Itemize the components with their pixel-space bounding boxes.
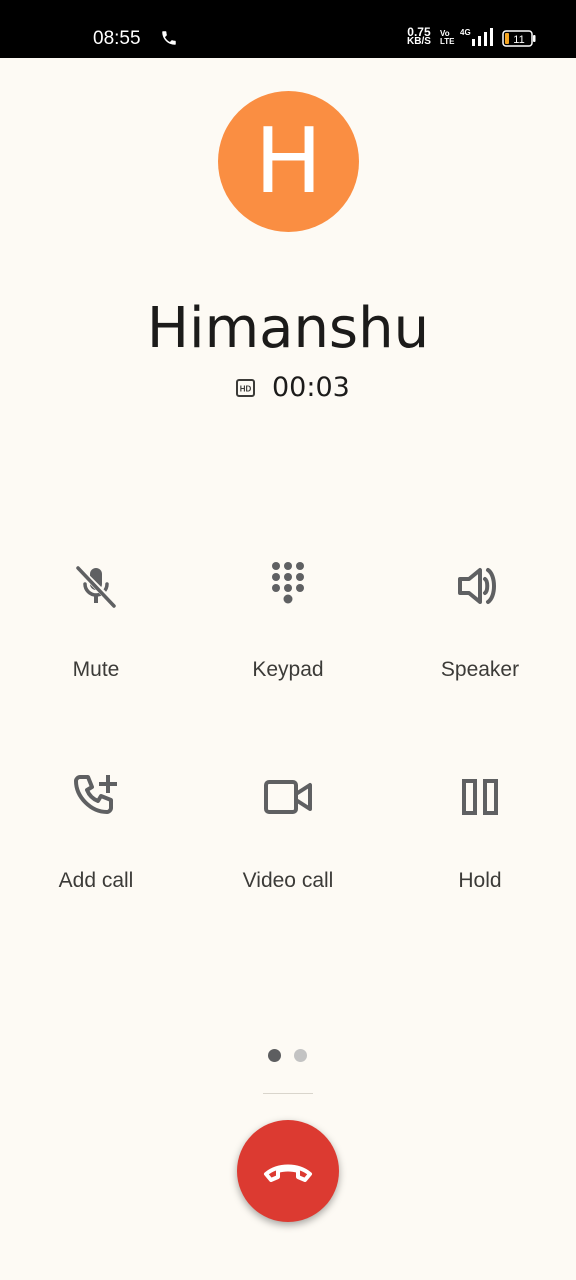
video-call-label: Video call <box>242 869 334 892</box>
hd-icon: HD <box>236 379 255 397</box>
phone-icon <box>162 31 176 45</box>
end-call-button[interactable] <box>237 1120 339 1222</box>
network-speed: 0.75 KB/S <box>407 26 431 47</box>
page-dot-active <box>268 1049 281 1062</box>
caller-avatar: H <box>218 91 359 232</box>
battery-level: 11 <box>513 34 524 46</box>
call-duration: 00:03 <box>272 372 350 403</box>
keypad-label: Keypad <box>252 658 324 681</box>
status-time: 08:55 <box>93 28 141 49</box>
speaker-button[interactable]: Speaker <box>384 562 576 712</box>
caller-name: Himanshu <box>146 296 430 361</box>
speaker-label: Speaker <box>440 658 520 681</box>
network-speed-unit: KB/S <box>407 36 431 47</box>
mute-button[interactable]: Mute <box>0 562 192 712</box>
pause-icon <box>462 779 498 815</box>
volte-bottom: LTE <box>440 37 455 46</box>
divider <box>263 1093 313 1094</box>
status-bar: 08:55 0.75 KB/S Vo LTE 4G 11 <box>0 0 576 58</box>
dialpad-icon <box>272 562 304 604</box>
hold-button[interactable]: Hold <box>384 773 576 923</box>
mute-label: Mute <box>72 658 120 681</box>
page-dot-inactive <box>294 1049 307 1062</box>
svg-text:HD: HD <box>240 385 252 394</box>
volume-icon <box>458 568 496 604</box>
video-call-button[interactable]: Video call <box>192 773 384 923</box>
add-call-icon <box>74 775 117 814</box>
videocam-icon <box>264 780 312 814</box>
signal-icon <box>472 28 493 46</box>
hold-label: Hold <box>458 869 502 892</box>
avatar-initial: H <box>254 108 323 214</box>
battery-icon: 11 <box>502 30 536 47</box>
add-call-button[interactable]: Add call <box>0 773 192 923</box>
add-call-label: Add call <box>58 869 134 892</box>
keypad-button[interactable]: Keypad <box>192 562 384 712</box>
call-end-icon <box>264 1164 312 1182</box>
volte-indicator: Vo LTE <box>440 30 455 46</box>
mic-off-icon <box>74 564 118 608</box>
